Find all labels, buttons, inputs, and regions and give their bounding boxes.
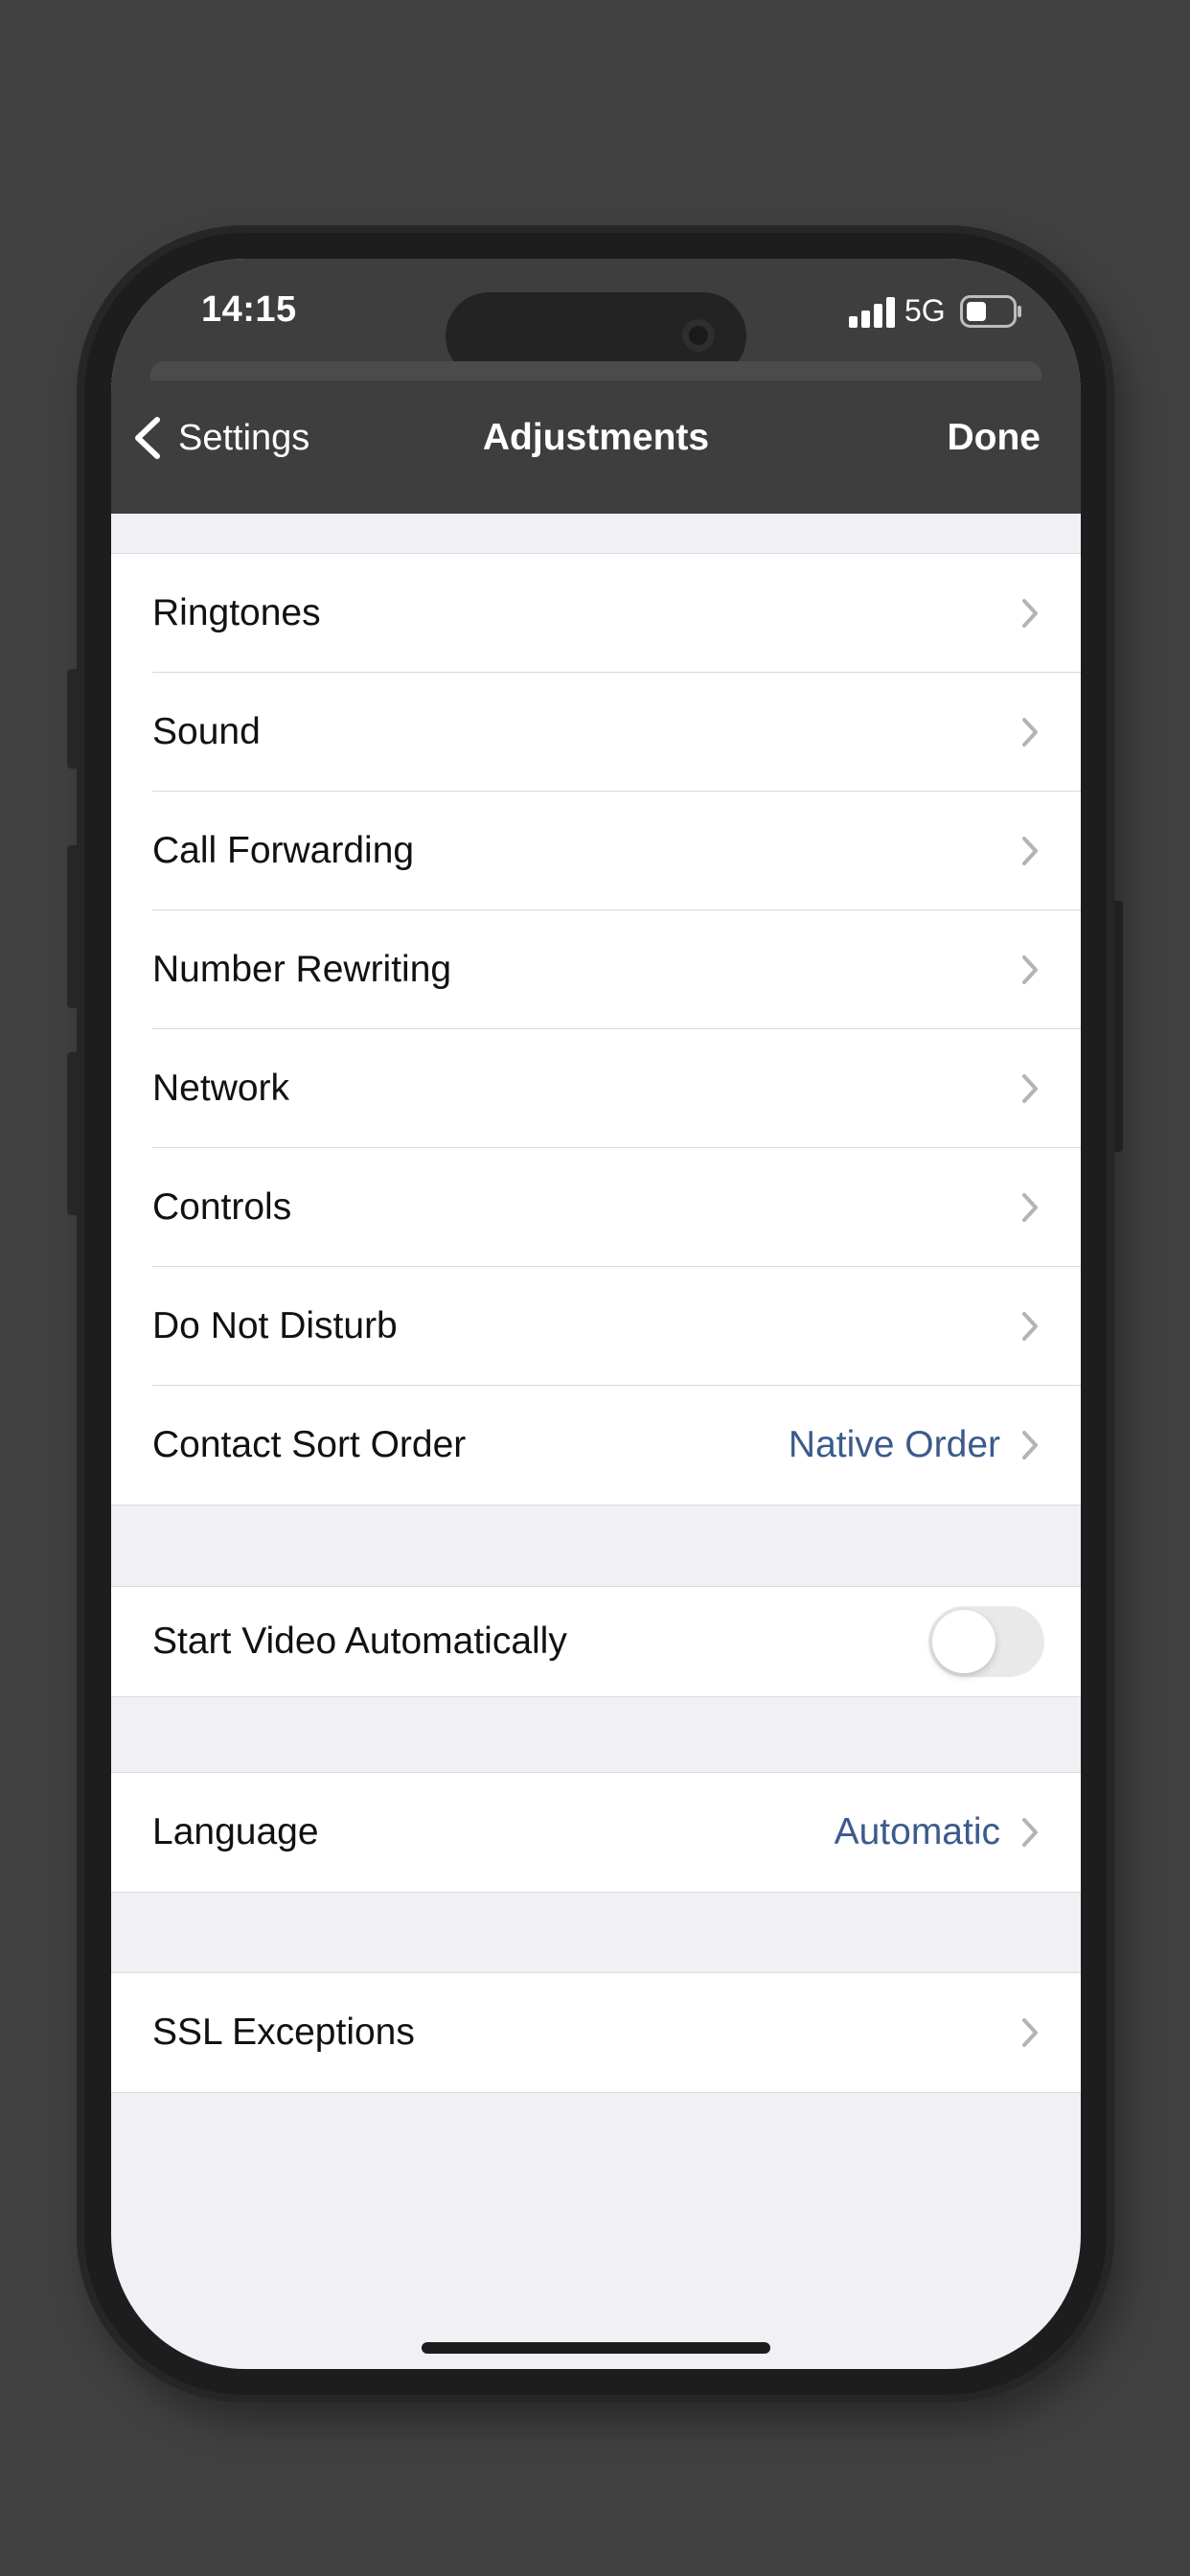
row-controls[interactable]: Controls [111,1148,1081,1267]
row-label: Ringtones [152,592,321,633]
status-time: 14:15 [201,289,297,330]
row-label: Do Not Disturb [152,1305,398,1346]
row-label: Language [152,1811,319,1852]
row-label: Call Forwarding [152,830,415,871]
row-start-video-automatically: Start Video Automatically [111,1587,1081,1696]
row-value: Automatic [834,1811,1000,1852]
chevron-right-icon [1022,1431,1038,1460]
row-ringtones[interactable]: Ringtones [111,554,1081,673]
chevron-right-icon [1022,718,1038,747]
row-ssl-exceptions[interactable]: SSL Exceptions [111,1973,1081,2092]
chevron-right-icon [1022,1312,1038,1341]
chevron-right-icon [1022,1818,1038,1847]
chevron-right-icon [1022,2018,1038,2047]
row-language[interactable]: Language Automatic [111,1773,1081,1892]
row-call-forwarding[interactable]: Call Forwarding [111,792,1081,910]
settings-group-video: Start Video Automatically [111,1586,1081,1697]
row-contact-sort-order[interactable]: Contact Sort Order Native Order [111,1386,1081,1505]
chevron-right-icon [1022,955,1038,984]
page-title: Adjustments [482,417,710,458]
signal-icon [849,297,895,328]
row-value: Native Order [788,1424,1000,1465]
chevron-right-icon [1022,837,1038,865]
row-number-rewriting[interactable]: Number Rewriting [111,910,1081,1029]
start-video-toggle[interactable] [928,1606,1044,1677]
navigation-bar: Settings Adjustments Done [111,380,1081,514]
row-label: Contact Sort Order [152,1424,467,1465]
settings-group-main: Ringtones Sound Call Forwarding Number R… [111,553,1081,1506]
settings-group-ssl: SSL Exceptions [111,1972,1081,2093]
chevron-right-icon [1022,599,1038,628]
screen: 14:15 5G Settings Adjustments Done Ringt… [111,259,1081,2369]
home-indicator[interactable] [422,2342,770,2354]
row-label: SSL Exceptions [152,2012,415,2053]
row-label: Controls [152,1186,292,1228]
front-camera [682,319,715,352]
done-button[interactable]: Done [948,400,1041,476]
settings-group-language: Language Automatic [111,1772,1081,1893]
row-label: Number Rewriting [152,949,452,990]
chevron-right-icon [1022,1074,1038,1103]
row-label: Sound [152,711,261,752]
row-network[interactable]: Network [111,1029,1081,1148]
battery-icon [960,295,1021,328]
chevron-right-icon [1022,1193,1038,1222]
row-do-not-disturb[interactable]: Do Not Disturb [111,1267,1081,1386]
network-type: 5G [904,293,946,328]
toggle-knob [932,1610,995,1673]
row-label: Start Video Automatically [152,1621,567,1662]
row-label: Network [152,1068,290,1109]
row-sound[interactable]: Sound [111,673,1081,792]
